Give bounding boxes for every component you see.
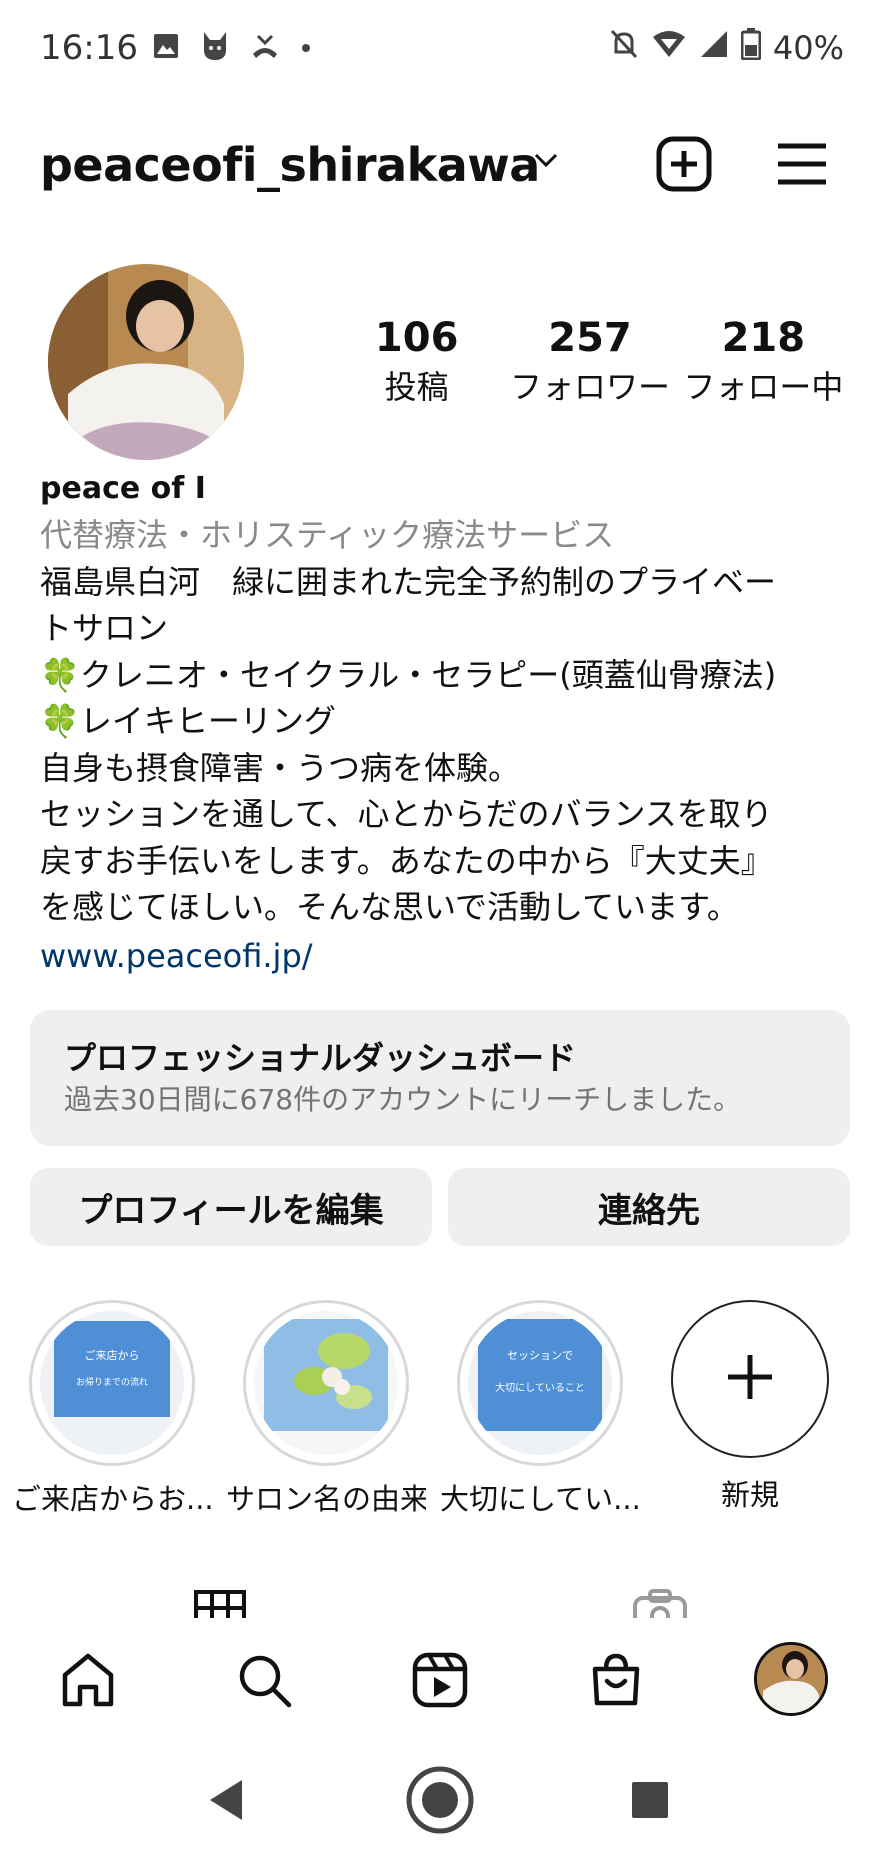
highlight-ring xyxy=(243,1300,409,1466)
highlight-ring: セッションで 大切にしていること xyxy=(457,1300,623,1466)
shop-icon[interactable] xyxy=(584,1648,648,1712)
bio-line: 自身も摂食障害・うつ病を体験。 xyxy=(40,748,521,787)
professional-dashboard[interactable]: プロフェッショナルダッシュボード 過去30日間に678件のアカウントにリーチしま… xyxy=(30,1010,850,1146)
stat-following[interactable]: 218 フォロー中 xyxy=(677,312,850,410)
dashboard-subtitle: 過去30日間に678件のアカウントにリーチしました。 xyxy=(64,1083,742,1116)
profile-website-link[interactable]: www.peaceofi.jp/ xyxy=(40,933,850,980)
profile-tab-avatar[interactable] xyxy=(754,1642,828,1716)
plus-icon xyxy=(725,1352,775,1406)
highlight-cover: ご来店から お帰りまでの流れ xyxy=(40,1311,184,1455)
highlight-label: 大切にしてい... xyxy=(440,1482,640,1516)
profile-stats: 106 投稿 257 フォロワー 218 フォロー中 xyxy=(330,312,850,410)
highlight-label: ご来店からお... xyxy=(12,1482,212,1516)
highlight-cover-text: ご来店から xyxy=(85,1348,140,1362)
bio-line: セッションを通して、心とからだのバランスを取り xyxy=(40,795,773,833)
highlight-ring: ご来店から お帰りまでの流れ xyxy=(29,1300,195,1466)
highlight-cover-text: セッションで xyxy=(507,1349,573,1362)
search-icon[interactable] xyxy=(232,1648,296,1712)
battery-icon xyxy=(740,28,762,68)
highlight-cover xyxy=(254,1311,398,1455)
back-icon[interactable] xyxy=(206,1778,246,1826)
wifi-icon xyxy=(651,29,687,67)
username[interactable]: peaceofi_shirakawa xyxy=(40,138,540,192)
contact-button[interactable]: 連絡先 xyxy=(448,1168,850,1246)
status-time: 16:16 xyxy=(40,28,138,68)
profile-bio: peace of I 代替療法・ホリスティック療法サービス 福島県白河 緑に囲ま… xyxy=(40,466,850,979)
profile-avatar[interactable] xyxy=(48,264,244,460)
image-icon xyxy=(152,32,180,64)
profile-name: peace of I xyxy=(40,471,206,506)
system-navigation xyxy=(0,1740,880,1858)
stat-following-value: 218 xyxy=(721,315,806,361)
missed-call-icon xyxy=(250,32,280,64)
profile-category: 代替療法・ホリスティック療法サービス xyxy=(40,516,615,554)
bottom-navigation xyxy=(0,1620,880,1740)
profile-header: peaceofi_shirakawa xyxy=(0,120,880,220)
new-highlight-ring xyxy=(671,1300,829,1458)
bio-line: 戻すお手伝いをします。あなたの中から『大丈夫』 xyxy=(40,841,773,880)
stat-posts-value: 106 xyxy=(374,315,459,361)
recents-icon[interactable] xyxy=(630,1780,670,1824)
bio-line-text: レイキヒーリング xyxy=(79,702,336,740)
highlight-cover-text: お帰りまでの流れ xyxy=(76,1376,148,1388)
grid-tab-icon[interactable] xyxy=(194,1590,246,1618)
create-post-button[interactable] xyxy=(656,136,712,196)
clover-icon: 🍀 xyxy=(40,655,80,694)
chevron-down-icon[interactable] xyxy=(532,150,560,174)
stat-following-label: フォロー中 xyxy=(683,368,844,406)
signal-icon xyxy=(699,29,729,67)
status-bar: 16:16 40% xyxy=(0,0,880,100)
bio-line: 🍀レイキヒーリング xyxy=(40,698,850,745)
highlight-label: サロン名の由来 xyxy=(226,1482,426,1516)
tagged-tab-icon[interactable] xyxy=(632,1588,688,1618)
status-left-icons xyxy=(152,30,312,66)
home-button-icon[interactable] xyxy=(404,1764,476,1840)
stat-followers-label: フォロワー xyxy=(509,368,670,406)
story-highlight[interactable]: セッションで 大切にしていること 大切にしてい... xyxy=(440,1300,640,1518)
cat-icon xyxy=(200,30,230,66)
highlight-cover-text: 大切にしていること xyxy=(495,1381,585,1394)
bio-line-text: クレニオ・セイクラル・セラピー(頭蓋仙骨療法) xyxy=(79,655,777,694)
stat-followers[interactable]: 257 フォロワー xyxy=(503,312,676,410)
edit-profile-button[interactable]: プロフィールを編集 xyxy=(30,1168,432,1246)
bell-off-icon xyxy=(609,28,639,68)
bio-line: トサロン xyxy=(40,609,169,647)
clover-icon: 🍀 xyxy=(40,702,80,740)
menu-icon[interactable] xyxy=(776,140,828,192)
highlight-cover: セッションで 大切にしていること xyxy=(468,1311,612,1455)
stat-followers-value: 257 xyxy=(548,315,632,361)
stat-posts-label: 投稿 xyxy=(384,368,449,406)
profile-tabs xyxy=(0,1580,880,1618)
status-right: 40% xyxy=(609,28,844,68)
stat-posts[interactable]: 106 投稿 xyxy=(330,312,503,410)
battery-percent: 40% xyxy=(772,29,844,67)
bio-line: 🍀クレニオ・セイクラル・セラピー(頭蓋仙骨療法) xyxy=(40,652,850,699)
new-highlight-label: 新規 xyxy=(720,1478,779,1512)
home-icon[interactable] xyxy=(56,1648,120,1712)
reels-icon[interactable] xyxy=(408,1648,472,1712)
story-highlight[interactable]: ご来店から お帰りまでの流れ ご来店からお... xyxy=(12,1300,212,1518)
dot-icon xyxy=(300,39,312,58)
dashboard-title: プロフェッショナルダッシュボード xyxy=(64,1039,577,1077)
new-highlight-button[interactable]: 新規 xyxy=(650,1300,850,1514)
bio-line: 福島県白河 緑に囲まれた完全予約制のプライベー xyxy=(40,562,777,601)
story-highlight[interactable]: サロン名の由来 xyxy=(226,1300,426,1518)
bio-line: を感じてほしい。そんな思いで活動しています。 xyxy=(40,888,739,926)
